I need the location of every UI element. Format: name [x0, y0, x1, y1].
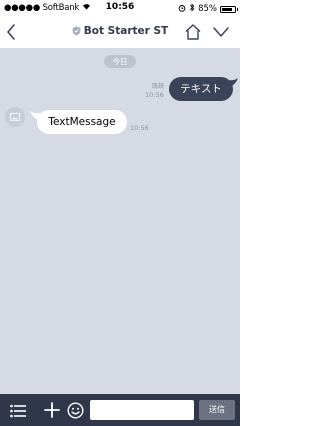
chat-header: Bot Starter ST — [0, 16, 240, 48]
status-right: 85% — [178, 3, 238, 15]
message-input[interactable] — [90, 400, 194, 420]
chat-area[interactable]: 今日 既読 10:56 テキスト TextMessage 10:56 — [0, 48, 240, 394]
chevron-down-icon — [213, 27, 229, 37]
chat-title-text: Bot Starter ST — [83, 25, 169, 37]
alarm-icon — [178, 4, 186, 15]
bluetooth-icon — [189, 3, 195, 15]
read-receipt: 既読 — [152, 83, 165, 90]
plus-icon — [44, 402, 60, 418]
add-attachment-button[interactable] — [44, 402, 60, 418]
home-icon — [185, 24, 201, 40]
battery-percent: 85% — [198, 4, 217, 14]
emoji-icon — [67, 402, 84, 419]
outgoing-message-time: 10:56 — [145, 91, 164, 99]
menu-button[interactable] — [10, 403, 26, 418]
image-placeholder-icon — [10, 113, 20, 121]
send-button[interactable]: 送信 — [199, 400, 235, 420]
incoming-message-bubble[interactable]: TextMessage — [37, 110, 127, 134]
outgoing-message-bubble[interactable]: テキスト — [169, 77, 233, 101]
battery-icon — [220, 5, 238, 13]
dropdown-button[interactable] — [212, 24, 230, 40]
message-input-bar: 送信 — [0, 394, 240, 426]
battery-level — [222, 7, 233, 11]
date-separator: 今日 — [104, 55, 136, 68]
emoji-button[interactable] — [67, 402, 84, 419]
status-bar: ●●●●● SoftBank 10:56 85% — [0, 0, 240, 16]
chat-title: Bot Starter ST — [0, 25, 240, 39]
menu-list-icon — [10, 404, 26, 418]
shield-icon — [72, 26, 81, 39]
home-button[interactable] — [184, 23, 202, 41]
incoming-message-time: 10:56 — [130, 124, 149, 132]
bot-avatar[interactable] — [5, 107, 25, 127]
